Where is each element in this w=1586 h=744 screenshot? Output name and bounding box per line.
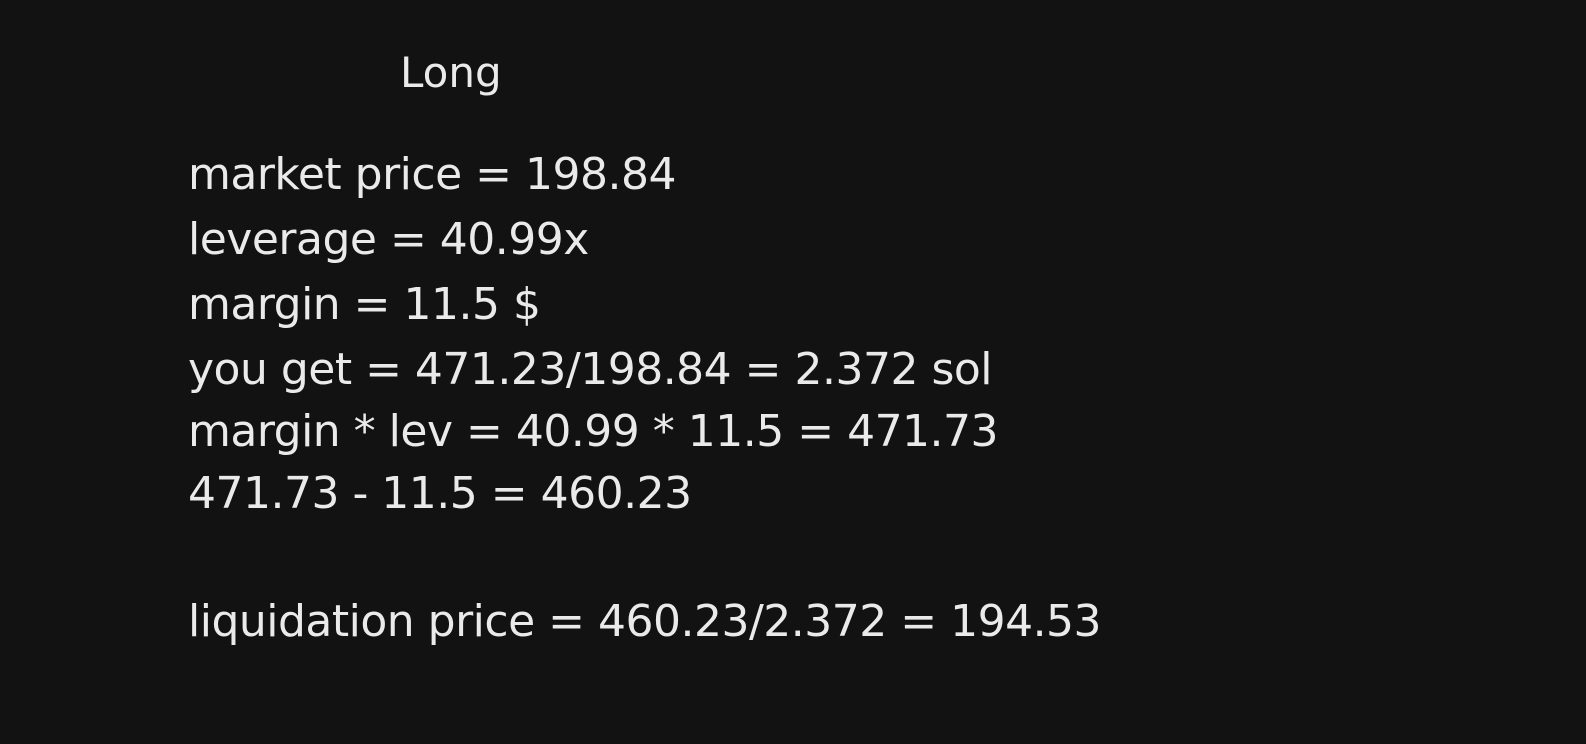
- margin-times-lev-line: margin * lev = 40.99 * 11.5 = 471.73: [188, 406, 999, 457]
- market-price-line: market price = 198.84: [188, 149, 676, 200]
- heading-long: Long: [400, 48, 502, 97]
- you-get-line: you get = 471.23/198.84 = 2.372 sol: [188, 344, 993, 395]
- leverage-line: leverage = 40.99x: [188, 214, 589, 265]
- liquidation-price-line: liquidation price = 460.23/2.372 = 194.5…: [188, 596, 1102, 647]
- canvas: Long market price = 198.84 leverage = 40…: [0, 0, 1586, 744]
- subtraction-line: 471.73 - 11.5 = 460.23: [188, 468, 692, 519]
- margin-line: margin = 11.5 $: [188, 279, 541, 330]
